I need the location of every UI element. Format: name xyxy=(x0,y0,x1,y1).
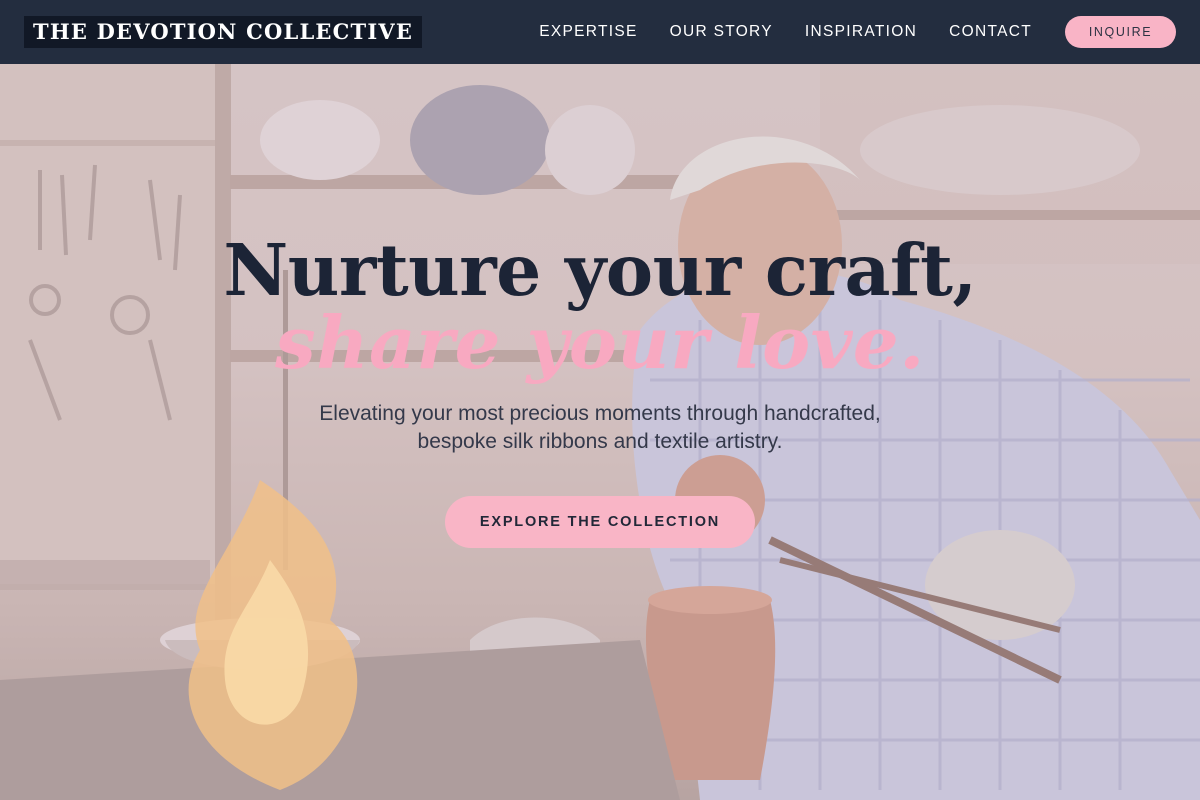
hero-subheading-line-2: bespoke silk ribbons and textile artistr… xyxy=(417,430,783,453)
hero-subheading: Elevating your most precious moments thr… xyxy=(0,400,1200,456)
hero-section: Nurture your craft, share your love. Ele… xyxy=(0,0,1200,800)
hero-subheading-line-1: Elevating your most precious moments thr… xyxy=(319,402,881,425)
brand-logo[interactable]: THE DEVOTION COLLECTIVE xyxy=(24,16,423,48)
nav-link-contact[interactable]: CONTACT xyxy=(949,23,1032,41)
explore-collection-button[interactable]: EXPLORE THE COLLECTION xyxy=(445,496,755,548)
nav-link-inspiration[interactable]: INSPIRATION xyxy=(805,23,917,41)
hero-headline-accent: share your love. xyxy=(275,300,925,385)
top-navigation-bar: THE DEVOTION COLLECTIVE EXPERTISE OUR ST… xyxy=(0,0,1200,64)
nav-link-expertise[interactable]: EXPERTISE xyxy=(539,23,637,41)
main-nav: EXPERTISE OUR STORY INSPIRATION CONTACT xyxy=(539,23,1032,41)
inquire-button[interactable]: INQUIRE xyxy=(1065,16,1176,48)
nav-link-our-story[interactable]: OUR STORY xyxy=(670,23,773,41)
